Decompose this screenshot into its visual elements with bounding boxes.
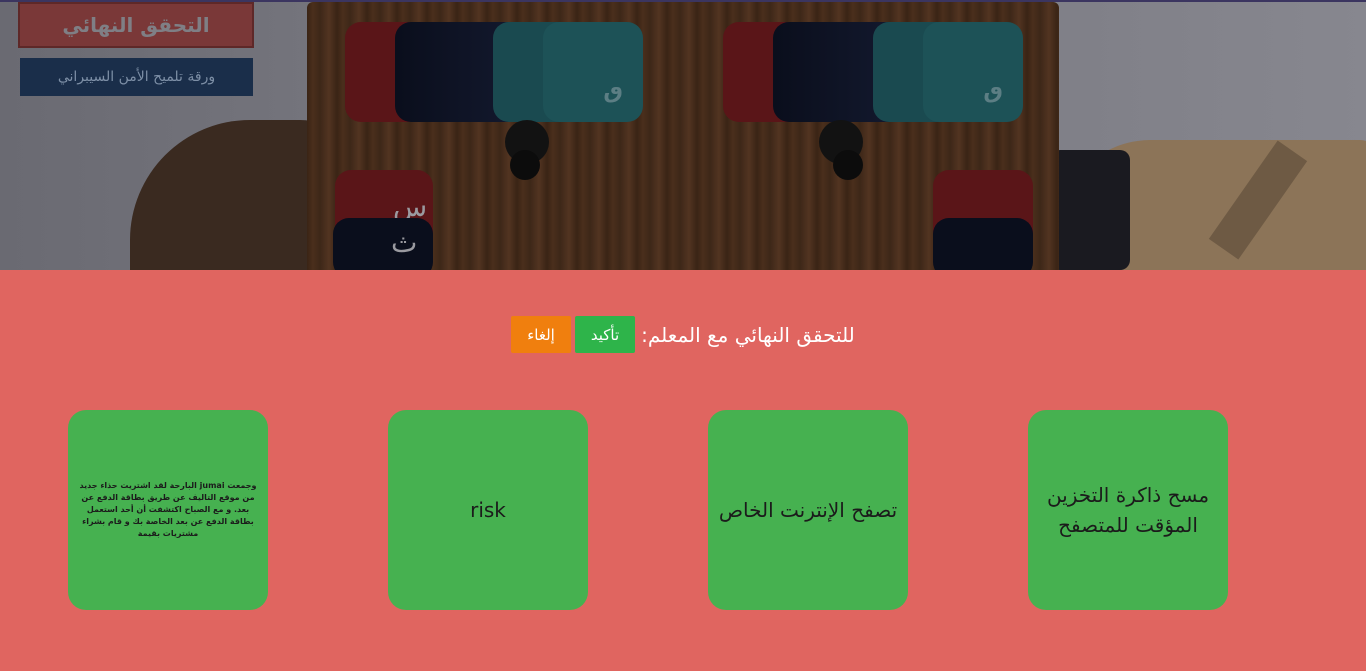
game-peg-small: [833, 150, 863, 180]
game-table: ٯ ٯ س ث: [307, 2, 1059, 270]
answer-card[interactable]: مسح ذاكرة التخزين المؤقت للمتصفح: [1028, 410, 1228, 610]
answer-card[interactable]: وجمعت jumai البارحة لقد اشتريت حذاء جديد…: [68, 410, 268, 610]
answer-card[interactable]: risk: [388, 410, 588, 610]
answer-card-text: وجمعت jumai البارحة لقد اشتريت حذاء جديد…: [79, 481, 257, 538]
prompt-row: للتحقق النهائي مع المعلم: تأكيد إلغاء: [0, 316, 1366, 353]
answer-card[interactable]: تصفح الإنترنت الخاص: [708, 410, 908, 610]
answer-card-text: تصفح الإنترنت الخاص: [718, 498, 898, 522]
final-check-button[interactable]: التحقق النهائي: [18, 2, 254, 48]
right-screen: [1050, 150, 1130, 270]
card-glyph: ٯ: [983, 79, 1003, 104]
answer-card-text: risk: [470, 498, 506, 522]
prompt-text: للتحقق النهائي مع المعلم:: [641, 322, 855, 347]
card-glyph: ٯ: [603, 79, 623, 104]
game-peg-small: [510, 150, 540, 180]
cheat-sheet-button[interactable]: ورقة تلميح الأمن السيبراني: [20, 58, 253, 96]
game-screen: ٯ ٯ س ث التحقق النهائي ورقة تلميح الأمن …: [0, 0, 1366, 671]
navy-card: ث: [333, 218, 433, 270]
verification-panel: للتحقق النهائي مع المعلم: تأكيد إلغاء مس…: [0, 270, 1366, 671]
navy-card: [933, 218, 1033, 270]
answer-card-text: مسح ذاكرة التخزين المؤقت للمتصفح: [1046, 483, 1210, 537]
game-scene-background: ٯ ٯ س ث التحقق النهائي ورقة تلميح الأمن …: [0, 0, 1366, 270]
cancel-button[interactable]: إلغاء: [511, 316, 571, 353]
teal-card-front: ٯ: [543, 22, 643, 122]
card-glyph: ث: [391, 226, 418, 259]
confirm-button[interactable]: تأكيد: [574, 316, 636, 353]
teal-card-front: ٯ: [923, 22, 1023, 122]
